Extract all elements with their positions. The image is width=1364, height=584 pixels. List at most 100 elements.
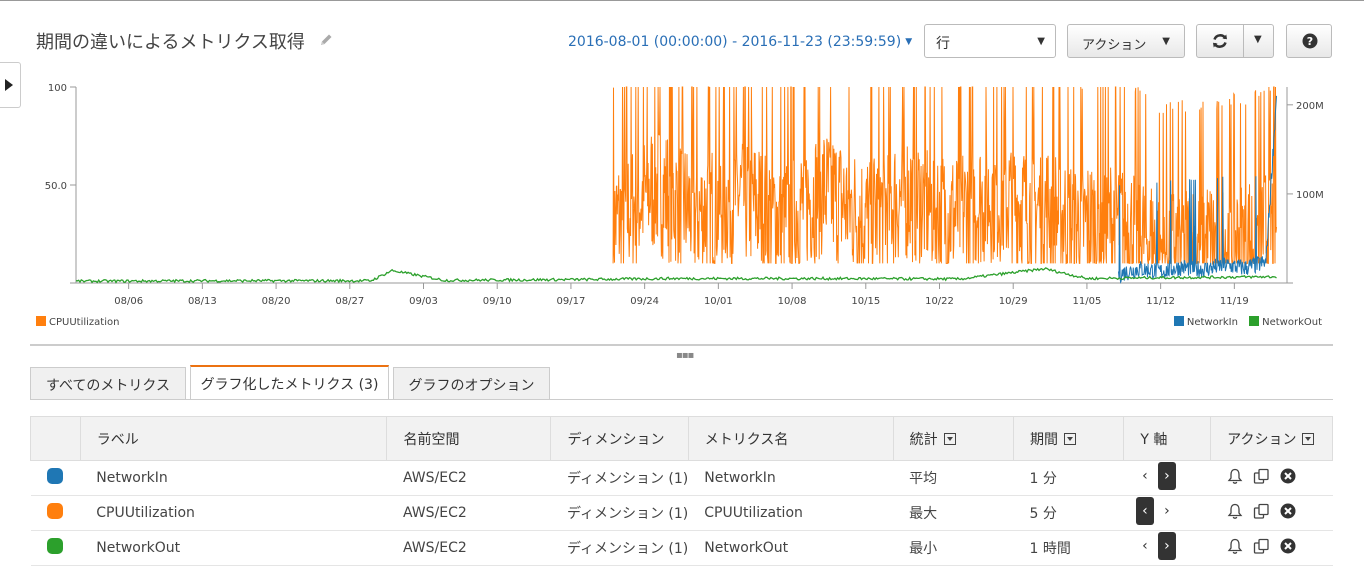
- copy-icon[interactable]: [1253, 503, 1270, 524]
- dimensions-cell[interactable]: ディメンション (1): [550, 495, 689, 531]
- table-row: CPUUtilization AWS/EC2 ディメンション (1) CPUUtili…: [30, 495, 1333, 531]
- legend-right: NetworkIn NetworkOut: [1173, 316, 1322, 328]
- x-tick-label: 11/19: [1220, 296, 1249, 307]
- dimensions-cell[interactable]: ディメンション (1): [550, 530, 689, 566]
- color-cell: [30, 495, 81, 531]
- header-period[interactable]: 期間: [1012, 416, 1125, 461]
- copy-icon[interactable]: [1253, 538, 1270, 559]
- tab-all-metrics[interactable]: すべてのメトリクス: [30, 367, 186, 400]
- x-tick-label: 10/22: [925, 296, 954, 307]
- legend-label: NetworkOut: [1262, 317, 1322, 328]
- chevron-left-icon[interactable]: ‹: [1136, 532, 1154, 560]
- legend-swatch: [1173, 316, 1184, 326]
- chevron-right-icon[interactable]: ›: [1158, 497, 1176, 525]
- caret-down-icon: ▼: [1254, 34, 1262, 45]
- x-tick-label: 08/20: [262, 296, 291, 307]
- chevron-right-icon[interactable]: ›: [1157, 532, 1176, 560]
- header-statistic[interactable]: 統計: [892, 416, 1014, 461]
- refresh-icon: [1213, 34, 1227, 48]
- copy-icon[interactable]: [1253, 468, 1270, 489]
- dropdown-icon[interactable]: [1063, 432, 1076, 445]
- header-actions[interactable]: アクション: [1210, 416, 1333, 461]
- remove-icon[interactable]: [1280, 468, 1296, 488]
- header-dimensions: ディメンション: [550, 416, 689, 461]
- bell-icon[interactable]: [1227, 538, 1243, 559]
- dimensions-cell[interactable]: ディメンション (1): [550, 460, 689, 496]
- dropdown-icon[interactable]: [1302, 432, 1315, 445]
- period-cell[interactable]: 5 分: [1013, 495, 1124, 531]
- help-icon: ?: [1302, 33, 1318, 49]
- y-axis-toggle[interactable]: ‹ ›: [1135, 497, 1192, 525]
- date-range-text: 2016-08-01 (00:00:00) - 2016-11-23 (23:5…: [568, 34, 902, 50]
- series-color-swatch[interactable]: [46, 503, 63, 519]
- table-row: NetworkIn AWS/EC2 ディメンション (1) NetworkIn 平均 1 …: [30, 460, 1333, 496]
- pencil-icon[interactable]: [318, 32, 334, 48]
- namespace-cell: AWS/EC2: [386, 530, 551, 566]
- tab-graph-options[interactable]: グラフのオプション: [393, 367, 550, 400]
- x-tick-label: 09/17: [557, 296, 586, 307]
- resize-handle-icon[interactable]: ▪▪▪: [676, 350, 694, 361]
- color-cell: [30, 530, 81, 566]
- remove-icon[interactable]: [1280, 538, 1296, 558]
- chevron-left-icon[interactable]: ‹: [1136, 462, 1154, 490]
- table-row: NetworkOut AWS/EC2 ディメンション (1) NetworkOut 最小…: [30, 530, 1333, 566]
- x-tick-label: 08/27: [335, 296, 364, 307]
- metric-name-cell: NetworkIn: [688, 460, 894, 496]
- help-button[interactable]: ?: [1286, 24, 1332, 58]
- header-actions-text: アクション: [1227, 431, 1297, 448]
- header-y-axis: Y 軸: [1123, 416, 1212, 461]
- statistic-cell[interactable]: 平均: [893, 460, 1014, 496]
- x-tick-label: 10/29: [999, 296, 1028, 307]
- dropdown-icon[interactable]: [943, 432, 956, 445]
- bell-icon[interactable]: [1227, 468, 1243, 489]
- refresh-button[interactable]: [1196, 24, 1244, 58]
- y-axis-cell: ‹ ›: [1123, 495, 1211, 531]
- top-border: [0, 0, 1364, 1]
- y-axis-toggle[interactable]: ‹ ›: [1136, 532, 1192, 560]
- legend-label: NetworkIn: [1186, 317, 1238, 328]
- refresh-options-button[interactable]: ▼: [1243, 24, 1274, 58]
- x-tick-label: 10/01: [704, 296, 733, 307]
- statistic-cell[interactable]: 最大: [893, 495, 1014, 531]
- action-label: アクション: [1082, 38, 1147, 53]
- x-tick-label: 10/08: [778, 296, 807, 307]
- metric-name-cell: NetworkOut: [688, 530, 894, 566]
- namespace-cell: AWS/EC2: [386, 460, 551, 496]
- namespace-cell: AWS/EC2: [386, 495, 551, 531]
- page-title: 期間の違いによるメトリクス取得: [36, 32, 305, 53]
- remove-icon[interactable]: [1280, 503, 1296, 523]
- series-color-swatch[interactable]: [46, 468, 63, 484]
- table-header-row: ラベル 名前空間 ディメンション メトリクス名 統計 期間 Y 軸 アクション: [30, 416, 1333, 461]
- chevron-right-icon[interactable]: ›: [1157, 462, 1176, 490]
- header-statistic-text: 統計: [909, 431, 938, 448]
- tab-graphed-metrics[interactable]: グラフ化したメトリクス (3): [190, 365, 389, 400]
- view-select[interactable]: 行 ▼: [924, 24, 1056, 58]
- series-color-swatch[interactable]: [46, 538, 63, 554]
- action-dropdown-button[interactable]: アクション ▼: [1067, 24, 1185, 58]
- label-cell[interactable]: NetworkIn: [80, 460, 387, 496]
- y-right-tick-label: 100M: [1296, 190, 1324, 201]
- x-tick-label: 09/24: [630, 296, 659, 307]
- x-tick-label: 08/06: [114, 296, 143, 307]
- period-cell[interactable]: 1 分: [1013, 460, 1124, 496]
- label-cell[interactable]: NetworkOut: [80, 530, 387, 566]
- y-axis-toggle[interactable]: ‹ ›: [1136, 462, 1192, 490]
- legend-left: CPUUtilization: [36, 316, 119, 328]
- actions-cell: [1210, 460, 1333, 496]
- view-select-value: 行: [936, 36, 950, 52]
- legend-label: CPUUtilization: [49, 317, 120, 328]
- metric-name-cell: CPUUtilization: [688, 495, 894, 531]
- bell-icon[interactable]: [1227, 503, 1243, 524]
- label-cell[interactable]: CPUUtilization: [80, 495, 387, 531]
- chevron-left-icon[interactable]: ‹: [1135, 497, 1154, 525]
- x-tick-label: 11/12: [1146, 296, 1175, 307]
- y-axis-cell: ‹ ›: [1123, 460, 1211, 496]
- actions-cell: [1210, 495, 1333, 531]
- y-right-tick-label: 200M: [1296, 101, 1324, 112]
- statistic-cell[interactable]: 最小: [893, 530, 1014, 566]
- period-cell[interactable]: 1 時間: [1013, 530, 1124, 566]
- caret-down-icon: ▼: [1037, 36, 1045, 47]
- date-range-picker[interactable]: 2016-08-01 (00:00:00) - 2016-11-23 (23:5…: [568, 34, 912, 50]
- series-line-networkout: [75, 267, 1277, 284]
- x-tick-label: 11/05: [1073, 296, 1102, 307]
